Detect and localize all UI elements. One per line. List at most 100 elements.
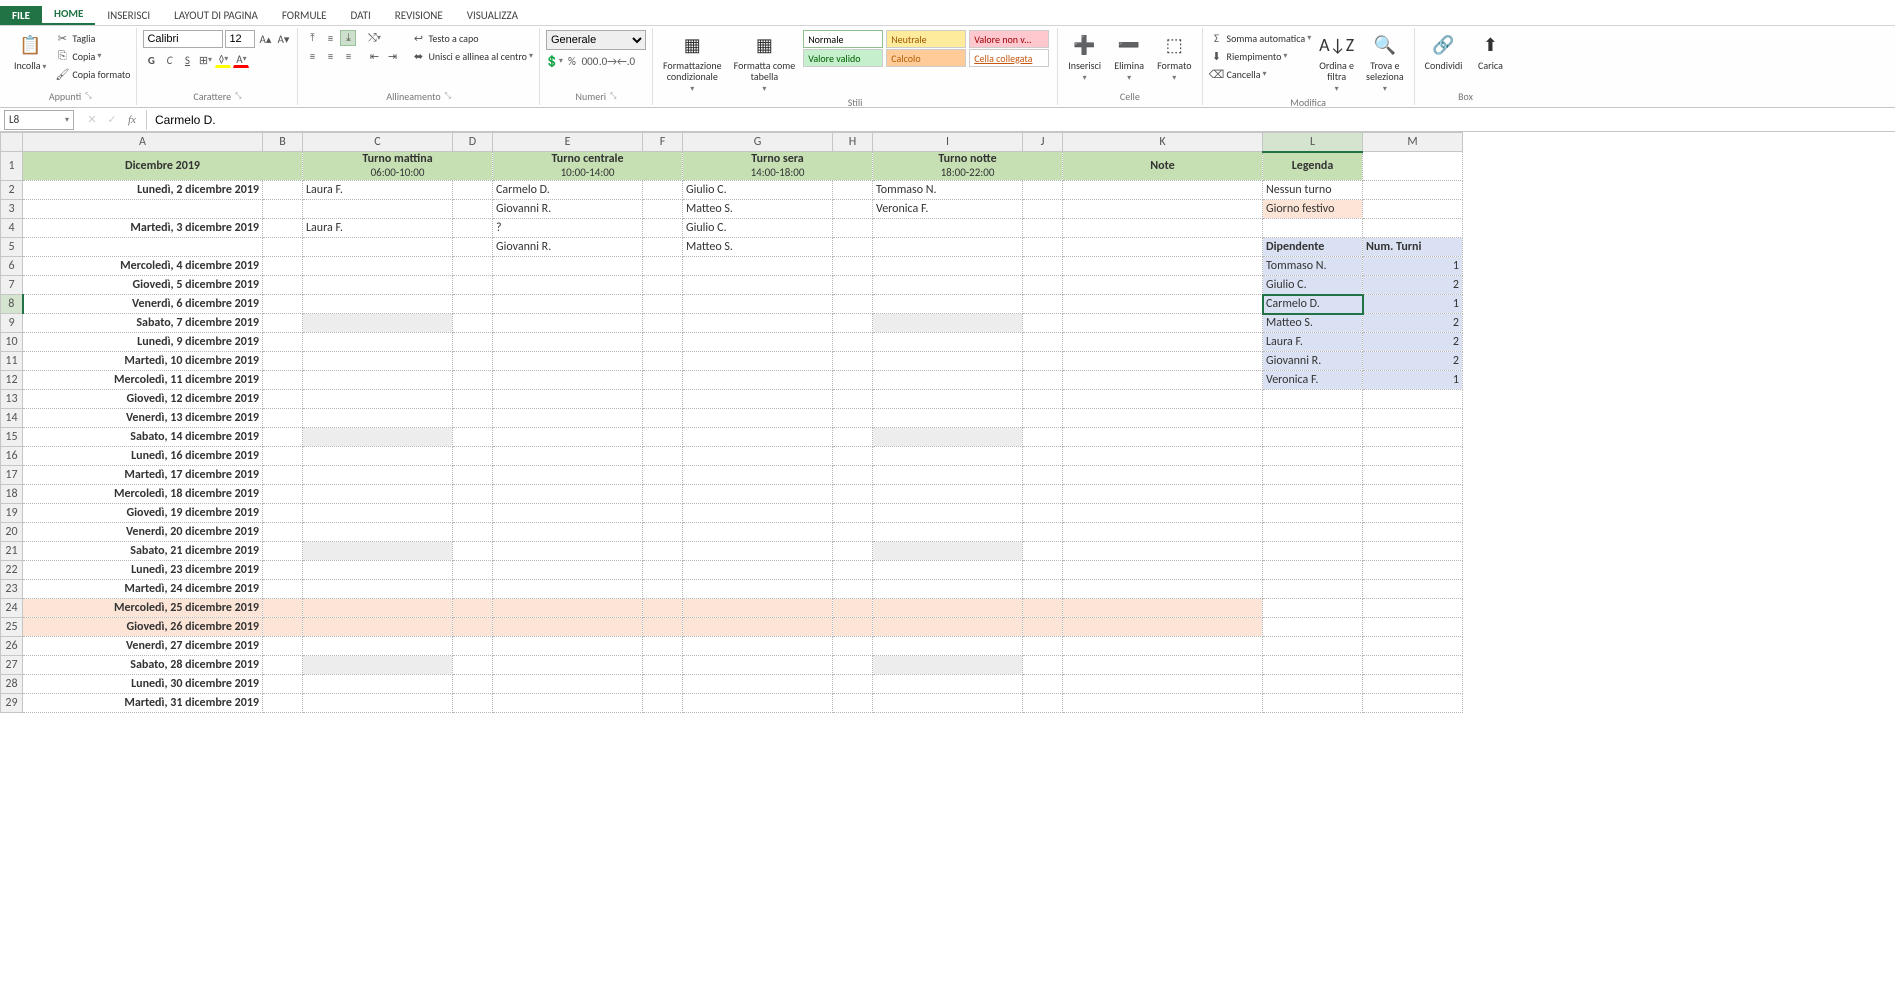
font-color-button[interactable]: A (233, 52, 249, 68)
shift-night[interactable] (873, 542, 1023, 561)
cell-h[interactable] (833, 409, 873, 428)
shift-evening[interactable] (683, 466, 833, 485)
cell-h[interactable] (833, 523, 873, 542)
tab-dati[interactable]: DATI (339, 6, 383, 25)
cell-b[interactable] (263, 390, 303, 409)
cell-h[interactable] (833, 276, 873, 295)
row-head-9[interactable]: 9 (1, 314, 23, 333)
date-cell[interactable]: Venerdì, 13 dicembre 2019 (23, 409, 263, 428)
shift-night[interactable] (873, 504, 1023, 523)
row-head-29[interactable]: 29 (1, 694, 23, 713)
cell-d[interactable] (453, 485, 493, 504)
shift-evening[interactable]: Matteo S. (683, 200, 833, 219)
shift-evening[interactable] (683, 656, 833, 675)
shift-evening[interactable] (683, 675, 833, 694)
note-cell[interactable] (1063, 466, 1263, 485)
date-cell[interactable]: Sabato, 14 dicembre 2019 (23, 428, 263, 447)
shift-night[interactable] (873, 447, 1023, 466)
shift-night[interactable]: Veronica F. (873, 200, 1023, 219)
note-cell[interactable] (1063, 675, 1263, 694)
name-box[interactable]: L8▾ (4, 110, 74, 130)
fill-color-button[interactable]: ◊ (215, 52, 231, 68)
col-head-C[interactable]: C (303, 133, 453, 152)
dep-name[interactable]: Dipendente (1263, 238, 1363, 257)
cell-j[interactable] (1023, 352, 1063, 371)
shift-night[interactable]: Tommaso N. (873, 181, 1023, 200)
format-painter-button[interactable]: 🖌Copia formato (54, 66, 130, 82)
cell-l[interactable] (1263, 637, 1363, 656)
shift-evening[interactable] (683, 428, 833, 447)
shift-central[interactable] (493, 257, 643, 276)
date-cell[interactable]: Sabato, 21 dicembre 2019 (23, 542, 263, 561)
cell-m[interactable] (1363, 409, 1463, 428)
cell-f[interactable] (643, 656, 683, 675)
row-head-6[interactable]: 6 (1, 257, 23, 276)
align-launcher[interactable]: ⤡ (445, 91, 451, 101)
note-cell[interactable] (1063, 333, 1263, 352)
shift-morning[interactable] (303, 352, 453, 371)
shift-evening[interactable] (683, 409, 833, 428)
cell-b[interactable] (263, 295, 303, 314)
cell-h[interactable] (833, 580, 873, 599)
cell-j[interactable] (1023, 276, 1063, 295)
italic-button[interactable]: C (161, 52, 177, 68)
number-launcher[interactable]: ⤡ (610, 91, 616, 101)
cell-h[interactable] (833, 447, 873, 466)
shift-morning[interactable] (303, 618, 453, 637)
cell-m[interactable] (1363, 390, 1463, 409)
cell-j[interactable] (1023, 675, 1063, 694)
shift-evening[interactable] (683, 542, 833, 561)
dep-name[interactable]: Laura F. (1263, 333, 1363, 352)
increase-font-icon[interactable]: A▴ (257, 31, 273, 47)
cell-b[interactable] (263, 333, 303, 352)
shift-night[interactable] (873, 694, 1023, 713)
shift-central[interactable] (493, 390, 643, 409)
cell-l[interactable] (1263, 485, 1363, 504)
cell-l[interactable] (1263, 599, 1363, 618)
shift-morning[interactable] (303, 428, 453, 447)
date-cell[interactable]: Venerdì, 27 dicembre 2019 (23, 637, 263, 656)
cell-b[interactable] (263, 257, 303, 276)
number-format-select[interactable]: Generale (546, 30, 646, 50)
cell-f[interactable] (643, 618, 683, 637)
date-cell[interactable]: Martedì, 10 dicembre 2019 (23, 352, 263, 371)
cell-b[interactable] (263, 599, 303, 618)
shift-evening[interactable] (683, 580, 833, 599)
cell-h[interactable] (833, 637, 873, 656)
cell-b[interactable] (263, 466, 303, 485)
shift-central[interactable] (493, 428, 643, 447)
cell-f[interactable] (643, 371, 683, 390)
date-cell[interactable]: Giovedì, 19 dicembre 2019 (23, 504, 263, 523)
cell-h[interactable] (833, 238, 873, 257)
cell-m[interactable] (1363, 219, 1463, 238)
cell-b[interactable] (263, 523, 303, 542)
note-cell[interactable] (1063, 656, 1263, 675)
align-right-icon[interactable]: ≡ (340, 48, 356, 64)
note-cell[interactable] (1063, 352, 1263, 371)
shift-morning[interactable]: Laura F. (303, 219, 453, 238)
cell-m[interactable] (1363, 523, 1463, 542)
cell-l[interactable] (1263, 675, 1363, 694)
cell-j[interactable] (1023, 333, 1063, 352)
shift-evening[interactable] (683, 504, 833, 523)
cell-l[interactable] (1263, 542, 1363, 561)
cell-b[interactable] (263, 200, 303, 219)
shift-morning[interactable] (303, 238, 453, 257)
date-cell[interactable] (23, 200, 263, 219)
cell-f[interactable] (643, 276, 683, 295)
row-head-5[interactable]: 5 (1, 238, 23, 257)
cell-d[interactable] (453, 694, 493, 713)
dep-name[interactable]: Carmelo D. (1263, 295, 1363, 314)
note-cell[interactable] (1063, 618, 1263, 637)
shift-evening[interactable] (683, 561, 833, 580)
note-cell[interactable] (1063, 276, 1263, 295)
cell-b[interactable] (263, 694, 303, 713)
cancel-formula-icon[interactable]: ✕ (84, 112, 100, 128)
cell-b[interactable] (263, 656, 303, 675)
cell-h[interactable] (833, 352, 873, 371)
shift-evening[interactable] (683, 295, 833, 314)
style-cella-collegata[interactable]: Cella collegata (969, 49, 1049, 67)
cell-d[interactable] (453, 675, 493, 694)
cell-f[interactable] (643, 504, 683, 523)
shift-central[interactable]: Giovanni R. (493, 200, 643, 219)
